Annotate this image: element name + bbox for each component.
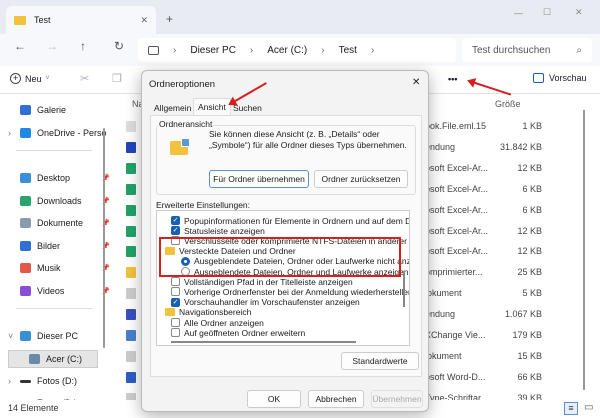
sidebar-item[interactable]: Bilder 📌 xyxy=(20,237,110,255)
chevron-right-icon[interactable]: › xyxy=(8,128,11,138)
tiles-view-icon[interactable]: ▭ xyxy=(584,402,593,413)
breadcrumb-item[interactable]: Test xyxy=(339,45,357,56)
advanced-settings-label: Erweiterte Einstellungen: xyxy=(156,200,251,210)
forward-arrow-icon[interactable]: → xyxy=(46,39,58,53)
sidebar-item[interactable]: Videos 📌 xyxy=(20,282,110,300)
vertical-scrollbar[interactable] xyxy=(403,271,405,307)
horizontal-scrollbar[interactable] xyxy=(171,341,356,343)
folder-icon xyxy=(14,15,26,25)
checkbox[interactable]: ✓ xyxy=(171,297,180,307)
sidebar-item-icon xyxy=(20,241,31,251)
sidebar-item-icon xyxy=(20,173,31,183)
folder-view-icon xyxy=(170,138,190,155)
search-icon: ⌕ xyxy=(576,44,582,56)
new-button[interactable]: + Neu ˅ xyxy=(10,73,50,84)
details-view-icon[interactable]: ≡ xyxy=(564,402,578,415)
apply-button[interactable]: Übernehmen xyxy=(371,390,423,408)
file-icon xyxy=(126,204,136,216)
file-icon xyxy=(126,330,136,341)
chevron-down-icon[interactable]: ˅ xyxy=(8,331,13,341)
maximize-button[interactable]: ☐ xyxy=(543,7,551,18)
close-tab-icon[interactable]: ✕ xyxy=(140,15,148,26)
file-icon xyxy=(126,267,136,279)
sidebar-scrollbar[interactable] xyxy=(103,128,105,348)
option-item[interactable]: Auf geöffneten Ordner erweitern xyxy=(171,327,305,338)
divider xyxy=(16,308,92,309)
breadcrumb[interactable]: › Dieser PC › Acer (C:) › Test › xyxy=(138,38,456,62)
sidebar-item-icon xyxy=(29,354,40,364)
file-icon xyxy=(126,225,136,237)
file-icon xyxy=(126,309,136,321)
group-description: Sie können diese Ansicht (z. B. „Details… xyxy=(209,129,407,150)
breadcrumb-item[interactable]: Dieser PC xyxy=(190,45,236,56)
monitor-icon xyxy=(148,45,159,55)
checkbox[interactable] xyxy=(171,287,180,297)
apply-to-folders-button[interactable]: Für Ordner übernehmen xyxy=(209,170,309,188)
sidebar-item[interactable]: Acer (C:) xyxy=(8,350,98,368)
sidebar-item[interactable]: Galerie xyxy=(20,101,110,119)
preview-button[interactable]: Vorschau xyxy=(533,73,587,83)
sidebar-item-icon xyxy=(20,218,31,228)
sidebar-item[interactable]: Fotos (D:) › xyxy=(8,372,110,390)
column-header-size[interactable]: Größe xyxy=(495,99,521,109)
sidebar-item-icon xyxy=(20,379,31,383)
tab-test[interactable]: Test ✕ xyxy=(6,6,156,34)
sidebar-item[interactable]: Dieser PC ˅ xyxy=(8,327,110,345)
file-icon xyxy=(126,121,136,132)
sidebar-item[interactable]: Desktop 📌 xyxy=(20,169,110,187)
new-tab-button[interactable]: + xyxy=(166,12,173,26)
checkbox[interactable]: ✓ xyxy=(171,226,180,236)
checkbox[interactable] xyxy=(171,328,180,338)
tab-allgemein[interactable]: Allgemein xyxy=(150,101,195,115)
group-title: Ordneransicht xyxy=(158,119,214,129)
close-window-button[interactable]: ✕ xyxy=(575,7,583,18)
reset-folders-button[interactable]: Ordner zurücksetzen xyxy=(314,170,408,188)
more-options-button[interactable]: ••• xyxy=(448,74,457,84)
sidebar-item-icon xyxy=(20,263,31,273)
checkbox[interactable]: ✓ xyxy=(171,216,180,225)
checkbox[interactable] xyxy=(171,318,180,327)
back-arrow-icon[interactable]: ← xyxy=(14,39,26,53)
sidebar-item[interactable]: OneDrive - Perso › xyxy=(8,124,110,142)
sidebar-item-icon xyxy=(20,286,31,296)
file-icon xyxy=(126,350,136,362)
ok-button[interactable]: OK xyxy=(247,390,301,408)
file-icon xyxy=(126,288,136,300)
defaults-button[interactable]: Standardwerte xyxy=(341,352,419,370)
sidebar-item-icon xyxy=(20,105,31,115)
sidebar-item-icon xyxy=(20,196,31,206)
file-icon xyxy=(126,141,136,153)
up-arrow-icon[interactable]: ↑ xyxy=(80,39,86,53)
checkbox[interactable] xyxy=(171,277,180,287)
advanced-settings-list[interactable]: ✓ Popupinformationen für Elemente in Ordn… xyxy=(156,210,410,346)
preview-pane-icon xyxy=(533,73,544,83)
chevron-right-icon[interactable]: › xyxy=(8,376,11,386)
sidebar-item-icon xyxy=(20,128,31,138)
divider xyxy=(16,150,92,151)
plus-circle-icon: + xyxy=(10,73,21,84)
file-icon xyxy=(126,162,136,174)
dialog-title: Ordneroptionen xyxy=(149,79,216,90)
copy-icon[interactable]: ❐ xyxy=(112,72,122,85)
sidebar-item[interactable]: Dokumente 📌 xyxy=(20,214,110,232)
folder-icon xyxy=(165,308,175,317)
file-icon xyxy=(126,246,136,258)
search-input[interactable]: Test durchsuchen ⌕ xyxy=(462,38,592,62)
breadcrumb-item[interactable]: Acer (C:) xyxy=(267,45,307,56)
minimize-button[interactable]: — xyxy=(514,8,523,18)
dialog-close-button[interactable]: ✕ xyxy=(412,77,420,88)
sidebar-item[interactable]: Downloads 📌 xyxy=(20,192,110,210)
file-icon xyxy=(126,371,136,383)
list-scrollbar[interactable] xyxy=(583,110,585,390)
sidebar-item-icon xyxy=(20,331,31,341)
refresh-icon[interactable]: ↻ xyxy=(114,39,124,53)
file-icon xyxy=(126,183,136,195)
cancel-button[interactable]: Abbrechen xyxy=(308,390,364,408)
sidebar-item[interactable]: Musik 📌 xyxy=(20,259,110,277)
highlight-hidden-files xyxy=(159,237,401,277)
cut-icon[interactable]: ✂ xyxy=(80,72,89,85)
